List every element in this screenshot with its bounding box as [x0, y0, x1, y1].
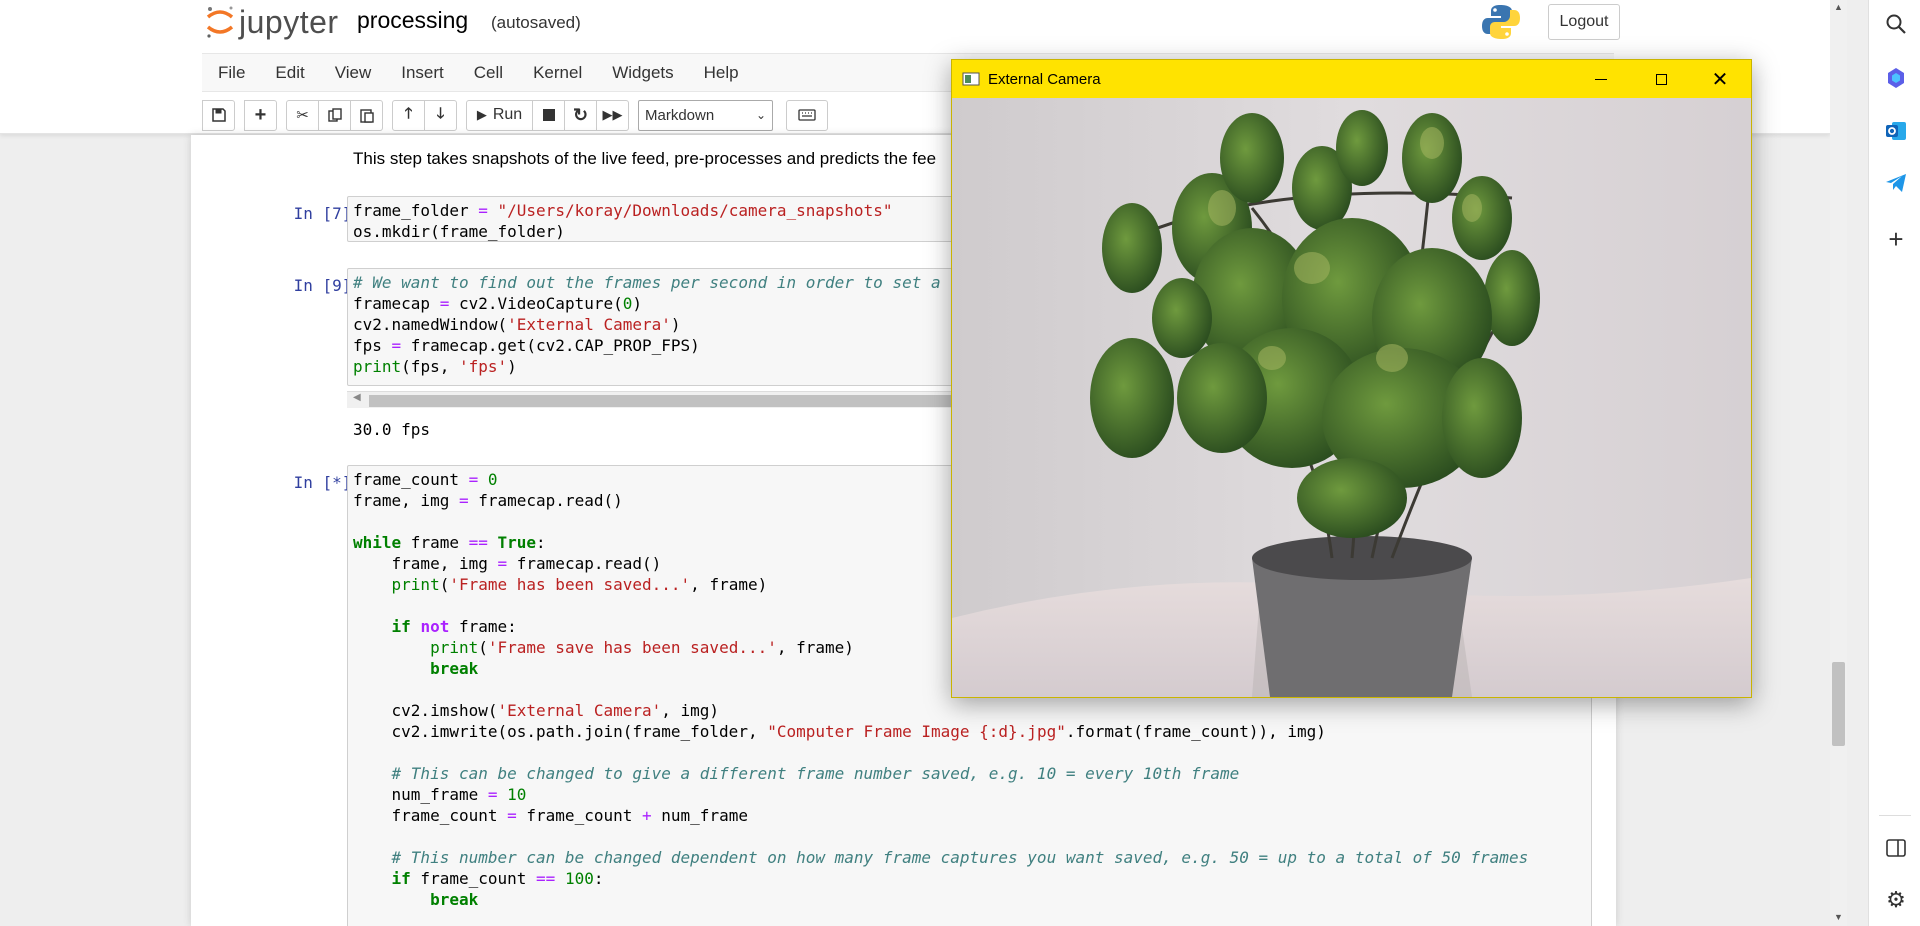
close-icon: ✕ — [1711, 68, 1729, 91]
search-icon — [1886, 14, 1906, 34]
outlook-icon — [1886, 122, 1906, 140]
play-icon: ▶ — [476, 107, 487, 122]
cell-type-value: Markdown — [645, 106, 715, 124]
copy-icon — [327, 108, 342, 122]
sidebar-search-button[interactable] — [1884, 12, 1908, 36]
sidebar-telegram-button[interactable] — [1884, 171, 1908, 195]
telegram-icon — [1886, 174, 1906, 192]
markdown-cell[interactable]: This step takes snapshots of the live fe… — [353, 149, 936, 169]
logout-button[interactable]: Logout — [1548, 4, 1620, 40]
run-label: Run — [492, 106, 523, 123]
interrupt-button[interactable] — [532, 99, 565, 131]
page-scrollbar[interactable]: ▲ ▼ — [1830, 0, 1847, 926]
menu-edit[interactable]: Edit — [275, 63, 304, 83]
notebook-name[interactable]: processing — [357, 7, 468, 34]
maximize-button[interactable] — [1632, 60, 1690, 98]
sidebar-copilot-button[interactable] — [1884, 66, 1908, 90]
restart-run-all-button[interactable]: ▶▶ — [596, 99, 629, 131]
browser-sidebar: + ⚙ — [1868, 0, 1920, 926]
cut-button[interactable]: ✂ — [286, 99, 319, 131]
scroll-down-icon: ▼ — [1834, 912, 1843, 922]
sidebar-outlook-button[interactable] — [1884, 119, 1908, 143]
move-up-button[interactable]: 🡑 — [392, 99, 425, 131]
menu-insert[interactable]: Insert — [401, 63, 444, 83]
paste-button[interactable] — [350, 99, 383, 131]
menu-kernel[interactable]: Kernel — [533, 63, 582, 83]
menu-cell[interactable]: Cell — [474, 63, 503, 83]
command-palette-button[interactable] — [786, 99, 828, 131]
camera-feed-image — [952, 98, 1751, 697]
chevron-down-icon: ⌄ — [755, 108, 766, 122]
arrow-up-icon: 🡑 — [404, 104, 413, 122]
scroll-left-icon: ◀ — [353, 392, 361, 403]
menu-widgets[interactable]: Widgets — [612, 63, 673, 83]
sidebar-split-button[interactable] — [1884, 836, 1908, 860]
gear-icon: ⚙ — [1886, 887, 1906, 912]
menu-view[interactable]: View — [335, 63, 372, 83]
plus-icon: + — [254, 103, 267, 126]
move-down-button[interactable]: 🡓 — [424, 99, 457, 131]
save-button[interactable] — [202, 99, 235, 131]
run-button[interactable]: ▶ Run — [466, 99, 533, 131]
split-view-icon — [1886, 839, 1906, 857]
jupyter-logo-icon — [206, 6, 234, 38]
menu-file[interactable]: File — [218, 63, 245, 83]
insert-cell-button[interactable]: + — [244, 99, 277, 131]
camera-window[interactable]: External Camera ✕ — [951, 59, 1752, 698]
restart-icon: ↻ — [572, 104, 589, 125]
cell-type-select[interactable]: Markdown ⌄ — [638, 99, 773, 131]
stop-icon — [542, 109, 555, 121]
restart-button[interactable]: ↻ — [564, 99, 597, 131]
copilot-icon — [1888, 68, 1904, 88]
plant-photo — [952, 98, 1751, 697]
fast-forward-icon: ▶▶ — [602, 107, 623, 122]
keyboard-icon — [798, 109, 816, 121]
close-button[interactable]: ✕ — [1691, 60, 1749, 98]
add-icon: + — [1888, 223, 1904, 254]
cell-output: 30.0 fps — [353, 420, 431, 439]
camera-window-title: External Camera — [988, 70, 1101, 88]
autosave-status: (autosaved) — [491, 13, 581, 32]
arrow-down-icon: 🡓 — [436, 104, 445, 122]
window-app-icon — [962, 72, 980, 86]
camera-window-titlebar[interactable]: External Camera ✕ — [952, 60, 1751, 98]
minimize-icon — [1595, 78, 1607, 80]
maximize-icon — [1655, 73, 1667, 85]
python-logo-icon — [1482, 5, 1520, 39]
jupyter-wordmark: jupyter — [239, 3, 339, 40]
horizontal-scrollbar[interactable]: ◀ — [347, 391, 987, 408]
paste-icon — [359, 108, 374, 123]
sidebar-settings-button[interactable]: ⚙ — [1884, 887, 1908, 912]
jupyter-logo[interactable]: jupyter — [205, 2, 339, 42]
scrollbar-thumb[interactable] — [1832, 662, 1845, 746]
scissors-icon: ✂ — [296, 107, 309, 124]
sidebar-divider — [1879, 815, 1911, 816]
menu-help[interactable]: Help — [704, 63, 739, 83]
save-icon — [211, 108, 226, 122]
notebook-toolbar: + ✂ 🡑 🡓 ▶ Run ↻ ▶▶ Markdown ⌄ — [202, 97, 828, 133]
minimize-button[interactable] — [1572, 60, 1630, 98]
scrollbar-thumb[interactable] — [369, 395, 969, 407]
copy-button[interactable] — [318, 99, 351, 131]
sidebar-add-button[interactable]: + — [1884, 224, 1908, 254]
scroll-up-icon: ▲ — [1834, 2, 1843, 12]
